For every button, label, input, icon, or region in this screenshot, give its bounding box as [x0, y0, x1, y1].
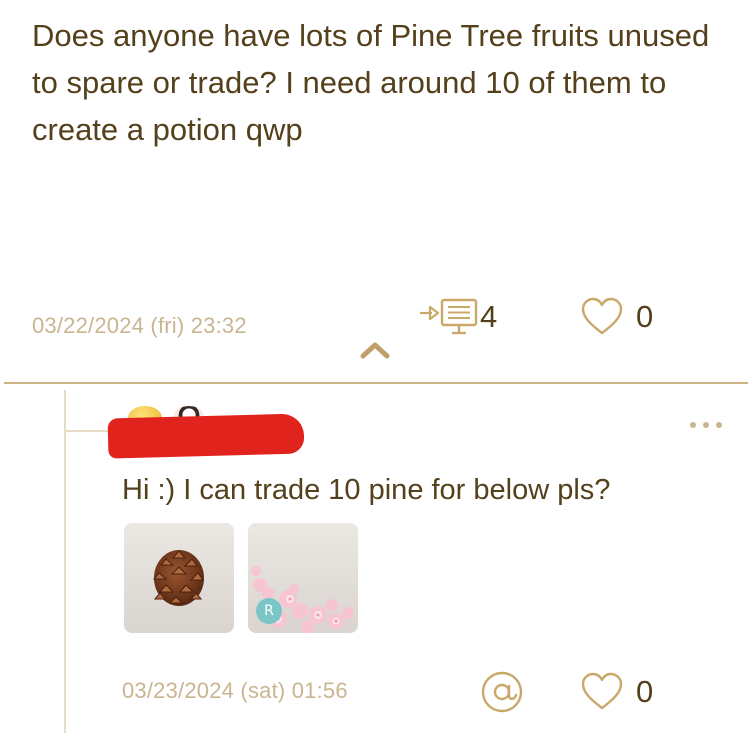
redacted-username [107, 413, 305, 459]
more-dot-icon [690, 422, 696, 428]
collapse-replies-button[interactable] [355, 340, 395, 364]
heart-icon [580, 672, 624, 712]
pine-cone-icon [124, 550, 234, 633]
thread-connector-line [64, 390, 66, 733]
reply-like-count: 0 [636, 674, 654, 709]
more-dot-icon [716, 422, 722, 428]
heart-icon [580, 297, 624, 337]
mention-button[interactable] [480, 670, 524, 714]
post-like-button[interactable]: 0 [580, 297, 653, 337]
reply-thread-icon [418, 297, 482, 337]
reply-count-button[interactable]: 4 [418, 297, 497, 337]
post-like-count: 0 [636, 299, 654, 334]
reply-body-text: Hi :) I can trade 10 pine for below pls? [122, 474, 611, 506]
post-body-text: Does anyone have lots of Pine Tree fruit… [32, 18, 710, 147]
chevron-up-icon [360, 341, 390, 364]
reply-like-button[interactable]: 0 [580, 672, 653, 712]
reply-image-cherry-blossom[interactable]: R [248, 523, 358, 633]
section-divider [4, 382, 748, 384]
post-timestamp: 03/22/2024 (fri) 23:32 [32, 313, 247, 338]
reply-timestamp: 03/23/2024 (sat) 01:56 [122, 678, 348, 703]
reply-image-pine-cone[interactable] [124, 523, 234, 633]
thread-connector-branch [64, 430, 112, 432]
reply-count: 4 [480, 299, 498, 334]
at-mention-icon [480, 670, 524, 714]
rarity-badge: R [256, 598, 282, 624]
more-dot-icon [703, 422, 709, 428]
reply-more-options-button[interactable] [690, 418, 722, 432]
